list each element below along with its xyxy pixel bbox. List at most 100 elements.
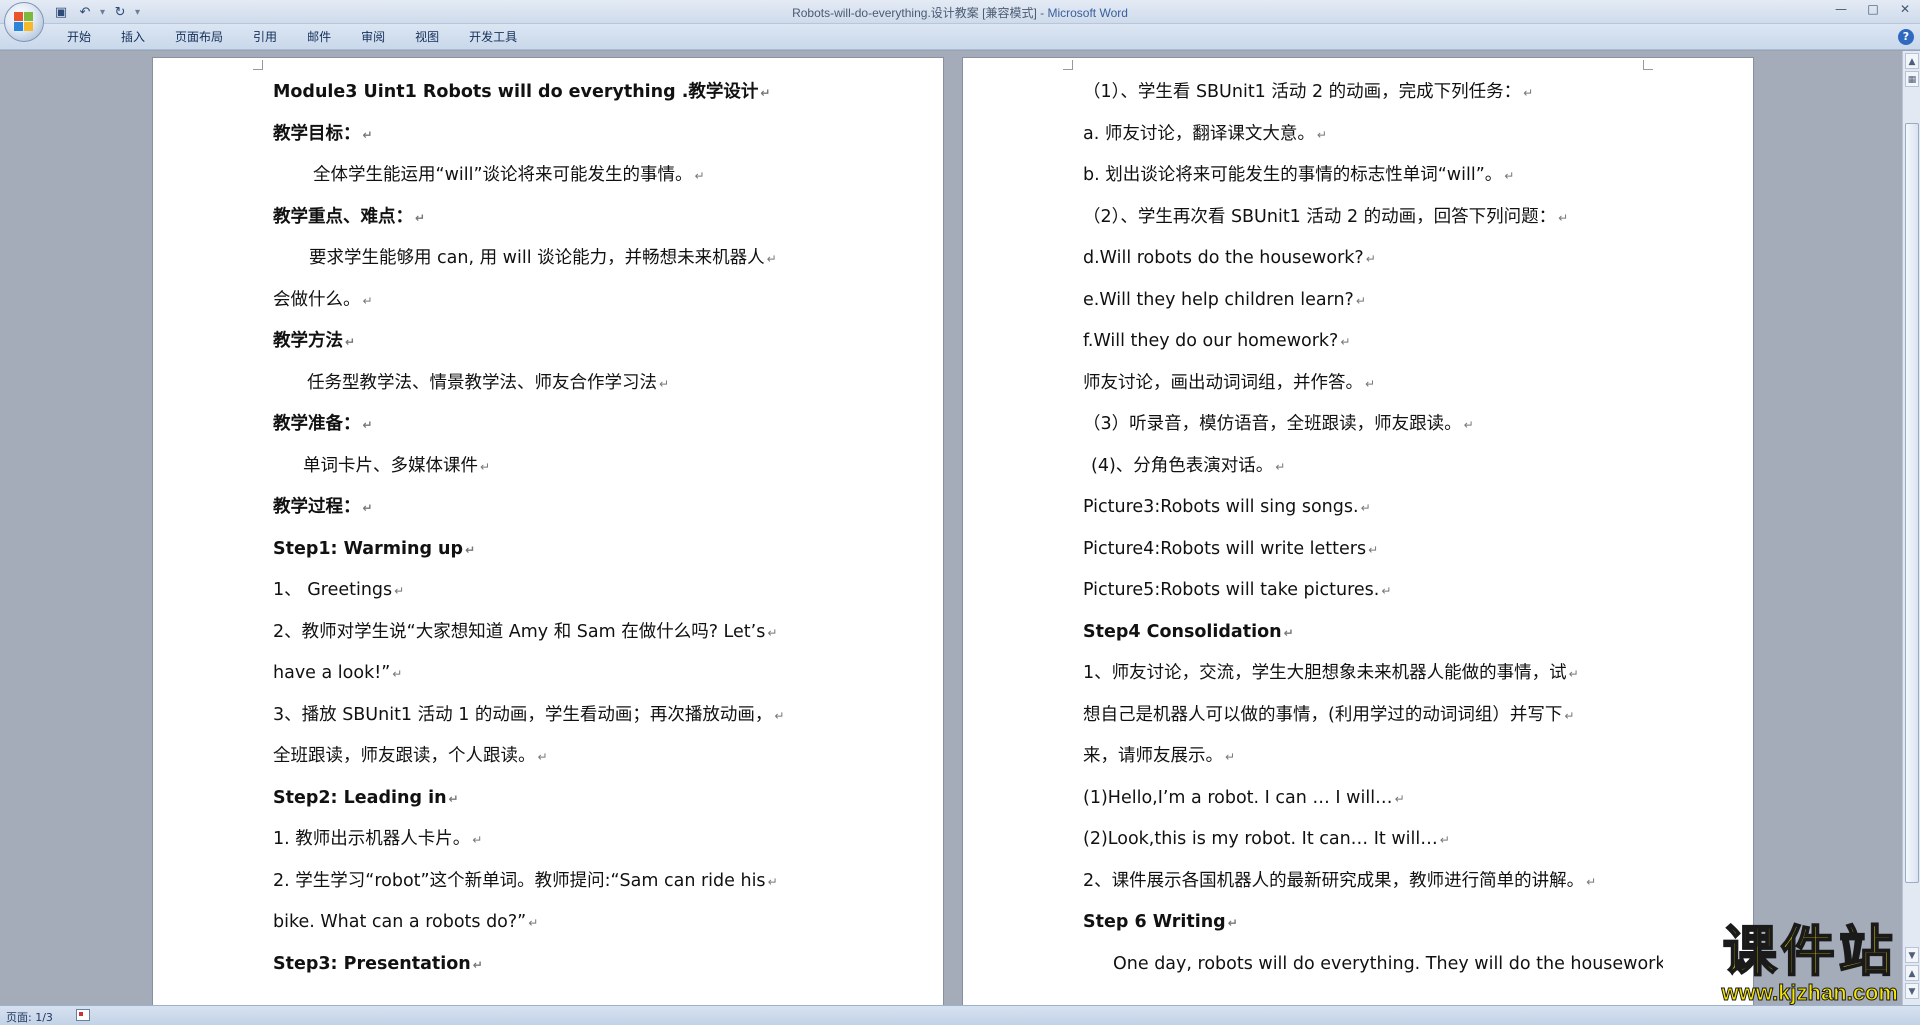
line-text: 1、师友讨论，交流，学生大胆想象未来机器人能做的事情，试 [1083, 663, 1567, 683]
line-text: b. 划出谈论将来可能发生的事情的标志性单词“will”。 [1083, 165, 1503, 185]
document-line: 1、师友讨论，交流，学生大胆想象未来机器人能做的事情，试 ↵ [1083, 653, 1663, 695]
proofing-icon[interactable] [76, 1009, 90, 1021]
paragraph-mark-icon: ↵ [362, 127, 373, 142]
office-button[interactable] [4, 2, 44, 42]
paragraph-mark-icon: ↵ [760, 86, 771, 100]
line-text: f.Will they do our homework? [1083, 331, 1339, 351]
line-text: 2、课件展示各国机器人的最新研究成果，教师进行简单的讲解。 [1083, 870, 1585, 891]
margin-corner-mark [1643, 60, 1653, 70]
paragraph-mark-icon: ↵ [392, 667, 403, 681]
document-line: 师友讨论，画出动词词组，并作答。 ↵ [1083, 363, 1663, 405]
paragraph-mark-icon: ↵ [472, 833, 483, 847]
line-text: One day, robots will do everything. They… [1113, 953, 1663, 974]
status-bar: 页面: 1/3 [0, 1005, 1920, 1025]
scrollbar-thumb[interactable] [1905, 123, 1919, 883]
paragraph-mark-icon: ↵ [1381, 584, 1392, 598]
document-line: 单词卡片、多媒体课件 ↵ [273, 446, 853, 488]
paragraph-mark-icon: ↵ [1275, 459, 1286, 474]
line-text: 教学过程： [273, 497, 361, 517]
paragraph-mark-icon: ↵ [1316, 127, 1327, 142]
help-icon[interactable]: ? [1898, 29, 1914, 45]
paragraph-mark-icon: ↵ [415, 210, 426, 225]
document-line: 教学方法 ↵ [273, 321, 853, 363]
document-line: 想自己是机器人可以做的事情，(利用学过的动词词组）并写下 ↵ [1083, 695, 1663, 737]
document-line: Step3: Presentation ↵ [273, 944, 853, 986]
ribbon-tab[interactable]: 视图 [400, 29, 454, 45]
line-text: Picture3:Robots will sing songs. [1083, 497, 1359, 517]
document-line: 教学目标： ↵ [273, 114, 853, 156]
document-line: Picture5:Robots will take pictures. ↵ [1083, 570, 1663, 612]
vertical-scrollbar[interactable]: ▲ ▦ ▼ ▲ ▼ [1902, 51, 1920, 1005]
line-text: Step 6 Writing [1083, 912, 1226, 932]
paragraph-mark-icon: ↵ [480, 459, 491, 474]
document-line: 3、播放 SBUnit1 活动 1 的动画，学生看动画；再次播放动画， ↵ [273, 695, 853, 737]
line-text: （3）听录音，模仿语音，全班跟读，师友跟读。 [1083, 414, 1462, 434]
minimize-icon[interactable]: — [1832, 2, 1850, 16]
ribbon-tab[interactable]: 开始 [52, 29, 106, 45]
margin-corner-mark [253, 60, 263, 70]
ribbon-tab[interactable]: 邮件 [292, 29, 346, 45]
paragraph-mark-icon: ↵ [1368, 542, 1379, 557]
document-line: Step 6 Writing ↵ [1083, 902, 1663, 944]
document-line: a. 师友讨论，翻译课文大意。 ↵ [1083, 114, 1663, 156]
line-text: Picture4:Robots will write letters [1083, 538, 1367, 559]
document-line: Step1: Warming up ↵ [273, 529, 853, 571]
ribbon-tab[interactable]: 开发工具 [454, 29, 532, 45]
document-line: （2）、学生再次看 SBUnit1 活动 2 的动画，回答下列问题： ↵ [1083, 197, 1663, 239]
document-line: Picture3:Robots will sing songs. ↵ [1083, 487, 1663, 529]
line-text: Picture5:Robots will take pictures. [1083, 580, 1380, 600]
next-page-icon[interactable]: ▼ [1905, 983, 1919, 999]
line-text: （2）、学生再次看 SBUnit1 活动 2 的动画，回答下列问题： [1083, 206, 1557, 227]
line-text: 3、播放 SBUnit1 活动 1 的动画，学生看动画；再次播放动画， [273, 704, 773, 725]
previous-page-icon[interactable]: ▲ [1905, 965, 1919, 981]
paragraph-mark-icon: ↵ [1586, 874, 1597, 889]
watermark: 课件站 www.kjzhan.com [1721, 922, 1898, 1006]
page-left-content[interactable]: Module3 Uint1 Robots will do everything … [273, 72, 853, 985]
document-line: Module3 Uint1 Robots will do everything … [273, 72, 853, 114]
line-text: 单词卡片、多媒体课件 [303, 455, 478, 476]
ribbon-tab[interactable]: 插入 [106, 29, 160, 45]
page-right: （1）、学生看 SBUnit1 活动 2 的动画，完成下列任务： ↵ a. 师友讨论… [962, 57, 1754, 1005]
document-line: （1）、学生看 SBUnit1 活动 2 的动画，完成下列任务： ↵ [1083, 72, 1663, 114]
office-logo-icon [14, 12, 34, 32]
paragraph-mark-icon: ↵ [1225, 750, 1236, 764]
scroll-down-icon[interactable]: ▼ [1905, 947, 1919, 963]
document-title: Robots-will-do-everything.设计教案 [兼容模式] [792, 6, 1037, 20]
document-line: 教学重点、难点： ↵ [273, 197, 853, 239]
maximize-icon[interactable]: □ [1864, 2, 1882, 16]
watermark-url: www.kjzhan.com [1721, 980, 1898, 1005]
paragraph-mark-icon: ↵ [362, 418, 373, 432]
document-line: 任务型教学法、情景教学法、师友合作学习法 ↵ [273, 363, 853, 405]
paragraph-mark-icon: ↵ [659, 376, 670, 391]
document-line: (4)、分角色表演对话。 ↵ [1083, 446, 1663, 488]
paragraph-mark-icon: ↵ [528, 916, 539, 930]
ribbon-tab[interactable]: 页面布局 [160, 29, 238, 45]
scroll-up-icon[interactable]: ▲ [1905, 53, 1919, 69]
document-line: Step4 Consolidation ↵ [1083, 612, 1663, 654]
window-title: Robots-will-do-everything.设计教案 [兼容模式] - … [0, 4, 1920, 21]
line-text: bike. What can a robots do?” [273, 912, 527, 932]
ribbon-tab[interactable]: 审阅 [346, 29, 400, 45]
line-text: 会做什么。 [273, 289, 361, 310]
close-icon[interactable]: ✕ [1896, 2, 1914, 16]
line-text: 教学准备： [273, 414, 361, 434]
document-line: （3）听录音，模仿语音，全班跟读，师友跟读。 ↵ [1083, 404, 1663, 446]
ribbon-tab[interactable]: 引用 [238, 29, 292, 45]
ruler-toggle-icon[interactable]: ▦ [1905, 71, 1919, 87]
line-text: 2. 学生学习“robot”这个新单词。教师提问:“Sam can ride h… [273, 870, 766, 891]
document-line: 全班跟读，师友跟读，个人跟读。 ↵ [273, 736, 853, 778]
paragraph-mark-icon: ↵ [472, 957, 483, 972]
ribbon-tabs: 开始 插入 页面布局 引用 邮件 审阅 视图 开发工具 ? [0, 24, 1920, 50]
line-text: (2)Look,this is my robot. It can… It wil… [1083, 829, 1438, 849]
paragraph-mark-icon: ↵ [1564, 708, 1575, 723]
page-right-content[interactable]: （1）、学生看 SBUnit1 活动 2 的动画，完成下列任务： ↵ a. 师友讨论… [1083, 72, 1663, 985]
document-line: 1. 教师出示机器人卡片。 ↵ [273, 819, 853, 861]
document-line: 来，请师友展示。 ↵ [1083, 736, 1663, 778]
document-line: (2)Look,this is my robot. It can… It wil… [1083, 819, 1663, 861]
line-text: Step1: Warming up [273, 538, 464, 559]
document-line: have a look!” ↵ [273, 653, 853, 695]
document-line: 教学过程： ↵ [273, 487, 853, 529]
line-text: （1）、学生看 SBUnit1 活动 2 的动画，完成下列任务： [1083, 82, 1522, 102]
document-line: 要求学生能够用 can, 用 will 谈论能力，并畅想未来机器人 ↵ [273, 238, 853, 280]
page-indicator[interactable]: 页面: 1/3 [6, 1009, 53, 1025]
